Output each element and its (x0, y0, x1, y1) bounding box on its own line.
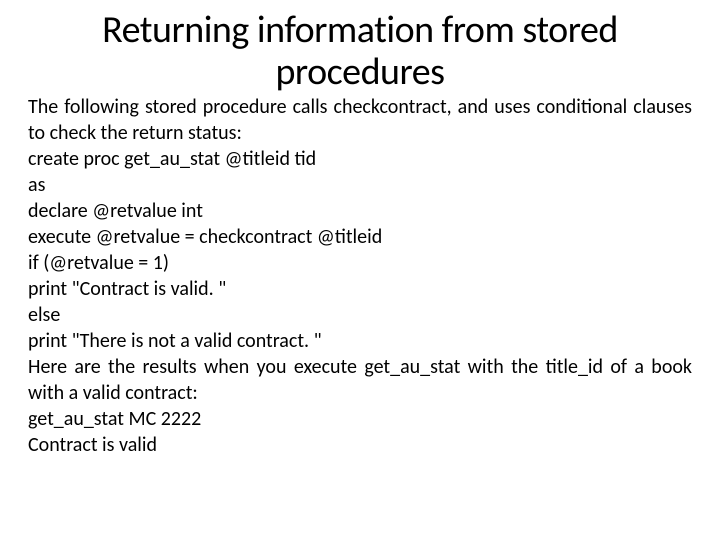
code-line: as (28, 172, 692, 198)
code-line: else (28, 302, 692, 328)
result-line: Contract is valid (28, 432, 692, 458)
code-line: create proc get_au_stat @titleid tid (28, 146, 692, 172)
code-line: print "There is not a valid contract. " (28, 328, 692, 354)
body-content: The following stored procedure calls che… (28, 94, 692, 458)
slide-title: Returning information from stored proced… (28, 10, 692, 94)
code-line: print "Contract is valid. " (28, 276, 692, 302)
result-line: get_au_stat MC 2222 (28, 406, 692, 432)
code-line: declare @retvalue int (28, 198, 692, 224)
code-line: execute @retvalue = checkcontract @title… (28, 224, 692, 250)
code-line: if (@retvalue = 1) (28, 250, 692, 276)
results-intro: Here are the results when you execute ge… (28, 354, 692, 406)
slide-container: Returning information from stored proced… (0, 0, 720, 540)
intro-text: The following stored procedure calls che… (28, 94, 692, 146)
